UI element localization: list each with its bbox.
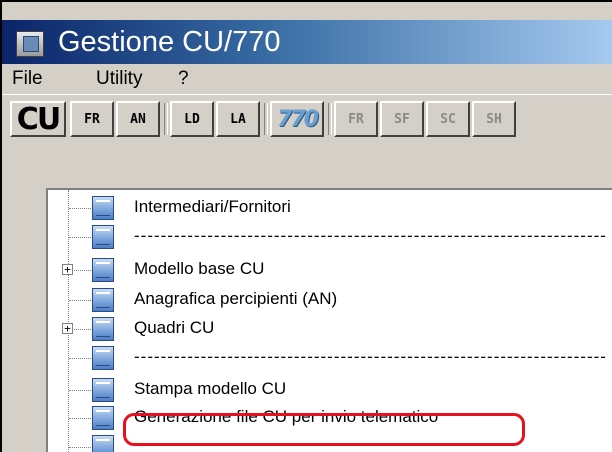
- toolbar-separator: [328, 103, 332, 135]
- tree-item-quadri[interactable]: + Quadri CU: [48, 315, 612, 344]
- an-label: AN: [130, 111, 146, 127]
- fr-770-label: FR: [348, 111, 364, 127]
- logo-770-icon: 770: [277, 106, 319, 132]
- tree-item-label: Anagrafica percipienti (AN): [134, 289, 338, 308]
- document-icon: [92, 258, 114, 282]
- tree-item-separator: ----------------------------------------…: [48, 223, 612, 252]
- window-title: Gestione CU/770: [58, 26, 281, 58]
- menu-help[interactable]: ?: [178, 66, 189, 92]
- cu-label: CU: [16, 101, 61, 137]
- fr-label: FR: [84, 111, 100, 127]
- modello-770-button[interactable]: 770: [270, 101, 324, 137]
- menu-file[interactable]: File: [12, 66, 43, 92]
- document-icon: [92, 196, 114, 220]
- document-icon: [92, 378, 114, 402]
- sh-label: SH: [486, 111, 502, 127]
- sf-button[interactable]: SF: [380, 101, 424, 137]
- expand-icon[interactable]: +: [62, 264, 73, 275]
- ld-label: LD: [184, 111, 200, 127]
- menu-tree: Intermediari/Fornitori -----------------…: [46, 188, 612, 452]
- sc-label: SC: [440, 111, 456, 127]
- document-icon: [92, 406, 114, 430]
- document-icon: [92, 288, 114, 312]
- tree-item-generazione-file[interactable]: Generazione file CU per invio telematico: [48, 404, 612, 433]
- la-label: LA: [230, 111, 246, 127]
- fr-button[interactable]: FR: [70, 101, 114, 137]
- tree-separator-label: ----------------------------------------…: [134, 347, 607, 366]
- fr-770-button[interactable]: FR: [334, 101, 378, 137]
- sf-label: SF: [394, 111, 410, 127]
- tree-item-partial: [48, 433, 612, 452]
- tree-item-label: Generazione file CU per invio telematico: [134, 407, 439, 426]
- an-button[interactable]: AN: [116, 101, 160, 137]
- toolbar-separator: [164, 103, 168, 135]
- sc-button[interactable]: SC: [426, 101, 470, 137]
- menu-bar: File Utility ?: [2, 64, 612, 95]
- tree-item-label: Modello base CU: [134, 259, 265, 278]
- document-icon: [92, 317, 114, 341]
- document-icon: [92, 346, 114, 370]
- ld-button[interactable]: LD: [170, 101, 214, 137]
- toolbar: CU FR AN LD LA 770 FR SF SC SH: [2, 95, 612, 143]
- app-icon[interactable]: [16, 31, 44, 57]
- tree-item-anagrafica[interactable]: Anagrafica percipienti (AN): [48, 286, 612, 315]
- tree-item-label: Intermediari/Fornitori: [134, 197, 291, 216]
- toolbar-separator: [264, 103, 268, 135]
- tree-separator-label: ----------------------------------------…: [134, 226, 607, 245]
- document-icon: [92, 225, 114, 249]
- la-button[interactable]: LA: [216, 101, 260, 137]
- cu-button[interactable]: CU: [10, 101, 66, 137]
- expand-icon[interactable]: +: [62, 323, 73, 334]
- tree-item-modello-base[interactable]: + Modello base CU: [48, 256, 612, 285]
- sh-button[interactable]: SH: [472, 101, 516, 137]
- tree-item-label: Stampa modello CU: [134, 379, 287, 398]
- tree-item-label: Quadri CU: [134, 318, 215, 337]
- tree-item-separator: ----------------------------------------…: [48, 344, 612, 373]
- tree-item-stampa[interactable]: Stampa modello CU: [48, 376, 612, 405]
- menu-utility[interactable]: Utility: [96, 66, 142, 92]
- app-window: Gestione CU/770 File Utility ? CU FR AN …: [0, 0, 612, 452]
- document-icon: [92, 435, 114, 452]
- tree-item-intermediari[interactable]: Intermediari/Fornitori: [48, 194, 612, 223]
